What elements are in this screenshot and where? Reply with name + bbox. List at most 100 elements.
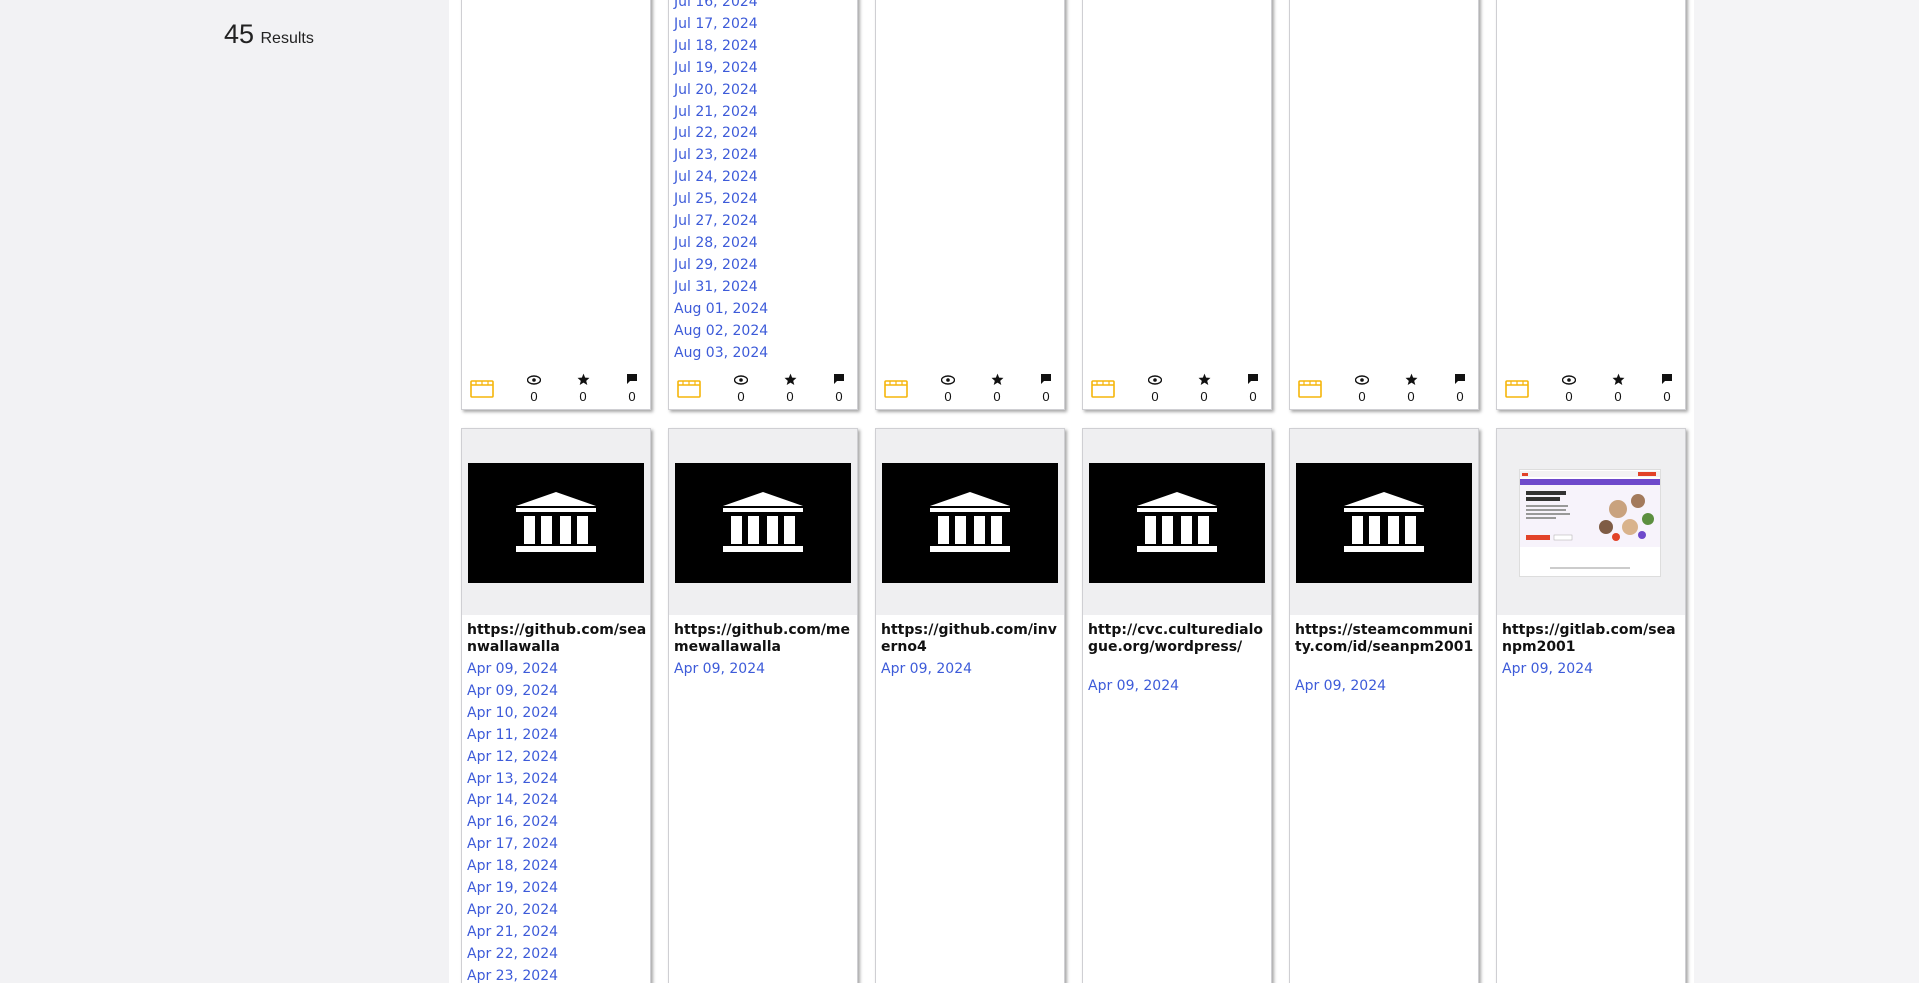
views-count: 0 (1151, 389, 1159, 404)
card-title-url[interactable]: https://steamcommunity.com/id/seanpm2001 (1295, 622, 1477, 655)
folder-icon[interactable] (470, 380, 494, 398)
capture-date-link[interactable]: Apr 09, 2024 (467, 681, 558, 703)
capture-date-link[interactable]: Jul 28, 2024 (674, 233, 768, 255)
comments-count: 0 (1456, 389, 1464, 404)
right-margin (1694, 0, 1919, 983)
folder-icon[interactable] (1298, 380, 1322, 398)
eye-icon (1141, 373, 1169, 389)
capture-date-link[interactable]: Jul 29, 2024 (674, 255, 768, 277)
capture-date-link[interactable]: Apr 17, 2024 (467, 834, 558, 856)
capture-date-link[interactable]: Apr 22, 2024 (467, 944, 558, 966)
views-stat: 0 (934, 373, 962, 405)
capture-date-link[interactable]: Apr 09, 2024 (881, 659, 972, 681)
capture-date-link[interactable]: Apr 23, 2024 (467, 966, 558, 983)
result-card[interactable]: http://cvc.culturedialogue.org/wordpress… (1082, 428, 1272, 983)
stars-stat: 0 (776, 373, 804, 405)
capture-date-link[interactable]: Jul 31, 2024 (674, 277, 768, 299)
thumbnail-area[interactable] (876, 429, 1064, 615)
thumbnail-area[interactable] (462, 429, 650, 615)
thumbnail-area[interactable] (669, 429, 857, 615)
comments-count: 0 (1249, 389, 1257, 404)
thumbnail-area[interactable] (1290, 429, 1478, 615)
result-card[interactable]: 0 0 0 (1082, 0, 1272, 410)
capture-date-link[interactable]: Apr 12, 2024 (467, 747, 558, 769)
eye-icon (520, 373, 548, 389)
result-card[interactable]: 0 0 0 (1496, 0, 1686, 410)
stars-count: 0 (1614, 389, 1622, 404)
star-icon (776, 373, 804, 389)
comment-icon (1653, 373, 1681, 389)
results-grid: 0 0 0 Jul 16, 2024 Jul 17, 2024 Jul 18, 2024 J… (449, 0, 1694, 983)
comment-icon (618, 373, 646, 389)
thumbnail-area[interactable] (1083, 429, 1271, 615)
capture-date-link[interactable]: Apr 09, 2024 (1088, 676, 1179, 698)
capture-date-link[interactable]: Apr 09, 2024 (1295, 676, 1386, 698)
stars-count: 0 (786, 389, 794, 404)
star-icon (569, 373, 597, 389)
card-title-url[interactable]: http://cvc.culturedialogue.org/wordpress… (1088, 622, 1270, 655)
folder-icon[interactable] (1505, 380, 1529, 398)
views-count: 0 (737, 389, 745, 404)
result-card[interactable]: 0 0 0 (875, 0, 1065, 410)
capture-date-link[interactable]: Apr 11, 2024 (467, 725, 558, 747)
capture-date-link[interactable]: Apr 20, 2024 (467, 900, 558, 922)
stars-stat: 0 (1604, 373, 1632, 405)
stars-stat: 0 (983, 373, 1011, 405)
card-stats: 0 0 0 (462, 373, 650, 409)
capture-date-link[interactable]: Aug 02, 2024 (674, 321, 768, 343)
capture-date-link[interactable]: Jul 27, 2024 (674, 211, 768, 233)
star-icon (983, 373, 1011, 389)
institution-icon (1296, 463, 1472, 583)
capture-date-link[interactable]: Apr 13, 2024 (467, 769, 558, 791)
capture-date-link[interactable]: Jul 17, 2024 (674, 14, 768, 36)
sidebar: 45 Results (0, 0, 449, 983)
capture-date-link[interactable]: Jul 20, 2024 (674, 80, 768, 102)
folder-icon[interactable] (677, 380, 701, 398)
comment-icon (825, 373, 853, 389)
result-card[interactable]: https://github.com/inverno4 Apr 09, 2024 (875, 428, 1065, 983)
capture-date-link[interactable]: Aug 03, 2024 (674, 343, 768, 365)
result-card[interactable]: https://github.com/memewallawalla Apr 09,… (668, 428, 858, 983)
views-count: 0 (530, 389, 538, 404)
folder-icon[interactable] (1091, 380, 1115, 398)
capture-date-link[interactable]: Apr 10, 2024 (467, 703, 558, 725)
capture-date-link[interactable]: Jul 21, 2024 (674, 102, 768, 124)
capture-date-link[interactable]: Apr 09, 2024 (674, 659, 765, 681)
card-title-url[interactable]: https://github.com/inverno4 (881, 622, 1063, 655)
stars-stat: 0 (1397, 373, 1425, 405)
result-card[interactable]: https://github.com/seanwallawalla Apr 09,… (461, 428, 651, 983)
capture-date-link[interactable]: Apr 16, 2024 (467, 812, 558, 834)
capture-date-link[interactable]: Jul 25, 2024 (674, 189, 768, 211)
thumbnail-area[interactable] (1497, 429, 1685, 615)
result-card[interactable]: https://gitlab.com/seanpm2001 Apr 09, 202… (1496, 428, 1686, 983)
card-title-url[interactable]: https://gitlab.com/seanpm2001 (1502, 622, 1684, 655)
capture-date-link[interactable]: Jul 16, 2024 (674, 0, 768, 14)
capture-date-link[interactable]: Jul 24, 2024 (674, 167, 768, 189)
capture-date-link[interactable]: Apr 18, 2024 (467, 856, 558, 878)
views-stat: 0 (1348, 373, 1376, 405)
capture-date-link[interactable]: Jul 22, 2024 (674, 123, 768, 145)
capture-date-link[interactable]: Jul 18, 2024 (674, 36, 768, 58)
result-card[interactable]: 0 0 0 (1289, 0, 1479, 410)
capture-date-link[interactable]: Jul 23, 2024 (674, 145, 768, 167)
views-stat: 0 (1141, 373, 1169, 405)
stars-count: 0 (993, 389, 1001, 404)
result-card[interactable]: https://steamcommunity.com/id/seanpm2001… (1289, 428, 1479, 983)
capture-date-link[interactable]: Apr 21, 2024 (467, 922, 558, 944)
folder-icon[interactable] (884, 380, 908, 398)
result-card[interactable]: 0 0 0 (461, 0, 651, 410)
stars-count: 0 (1407, 389, 1415, 404)
card-title-url[interactable]: https://github.com/seanwallawalla (467, 622, 649, 655)
capture-date-link[interactable]: Aug 01, 2024 (674, 299, 768, 321)
views-count: 0 (1358, 389, 1366, 404)
card-title-url[interactable]: https://github.com/memewallawalla (674, 622, 856, 655)
comments-stat: 0 (1446, 373, 1474, 405)
capture-date-link[interactable]: Apr 14, 2024 (467, 790, 558, 812)
capture-date-link[interactable]: Apr 09, 2024 (1502, 659, 1593, 681)
star-icon (1397, 373, 1425, 389)
result-card[interactable]: Jul 16, 2024 Jul 17, 2024 Jul 18, 2024 Jul … (668, 0, 858, 410)
capture-date-link[interactable]: Jul 19, 2024 (674, 58, 768, 80)
capture-date-link[interactable]: Apr 19, 2024 (467, 878, 558, 900)
capture-date-link[interactable]: Apr 09, 2024 (467, 659, 558, 681)
results-count: 45 Results (224, 19, 314, 50)
